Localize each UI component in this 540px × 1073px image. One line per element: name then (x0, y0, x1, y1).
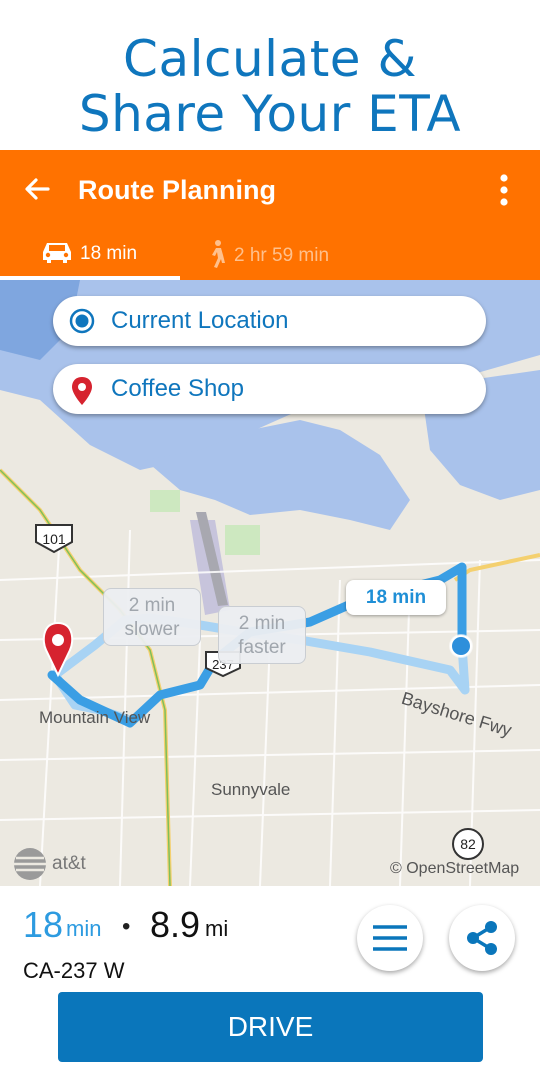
map-label-sunnyvale: Sunnyvale (211, 780, 291, 799)
current-location-icon (69, 308, 95, 341)
arrow-left-icon[interactable] (20, 172, 54, 206)
page-title: Route Planning (78, 175, 276, 205)
drive-button[interactable]: DRIVE (58, 992, 483, 1062)
alt-route-faster-chip[interactable]: 2 min faster (218, 606, 306, 664)
distance-value: 8.9 (150, 904, 201, 945)
carrier-logo: at&t (12, 846, 86, 882)
directions-list-button[interactable] (357, 905, 423, 971)
route-road-name: CA-237 W (23, 958, 125, 983)
alt-slower-line1: 2 min (128, 595, 176, 616)
promo-header: Calculate & Share Your ETA (0, 0, 540, 150)
separator: • (122, 913, 131, 940)
alt-route-slower-chip[interactable]: 2 min slower (103, 588, 201, 646)
alt-faster-line1: 2 min (238, 613, 286, 634)
car-icon (40, 240, 74, 269)
destination-field[interactable]: Coffee Shop (53, 364, 486, 414)
tab-car-label: 18 min (80, 243, 138, 264)
distance-unit: mi (205, 916, 229, 941)
map-label-mountain-view: Mountain View (39, 708, 151, 727)
svg-text:82: 82 (460, 836, 476, 852)
share-icon (467, 921, 497, 955)
promo-title-line1: Calculate & (123, 30, 417, 88)
carrier-name: at&t (52, 853, 86, 874)
svg-text:101: 101 (42, 531, 66, 547)
promo-title-line2: Share Your ETA (78, 85, 462, 143)
globe-icon (14, 848, 46, 880)
destination-value: Coffee Shop (111, 375, 244, 402)
app-bar: Route Planning 18 min 2 hr 59 min (0, 150, 540, 280)
main-route-chip[interactable]: 18 min (346, 580, 446, 615)
more-vertical-icon[interactable] (490, 170, 518, 210)
origin-field[interactable]: Current Location (53, 296, 486, 346)
tab-walk[interactable]: 2 hr 59 min (180, 232, 380, 280)
list-icon (373, 925, 407, 951)
map-pin-icon (69, 376, 95, 413)
eta-unit: min (66, 916, 102, 941)
alt-faster-line2: faster (238, 637, 286, 658)
route-summary-panel: 18 min • 8.9 mi CA-237 W DRIVE (0, 886, 540, 1073)
origin-value: Current Location (111, 307, 289, 334)
eta-value: 18 (23, 904, 64, 945)
tab-car[interactable]: 18 min (0, 232, 180, 280)
alt-slower-line2: slower (124, 619, 180, 640)
map-attribution[interactable]: © OpenStreetMap (390, 860, 519, 878)
share-button[interactable] (449, 905, 515, 971)
walk-icon (206, 239, 228, 274)
tab-walk-label: 2 hr 59 min (234, 245, 330, 266)
